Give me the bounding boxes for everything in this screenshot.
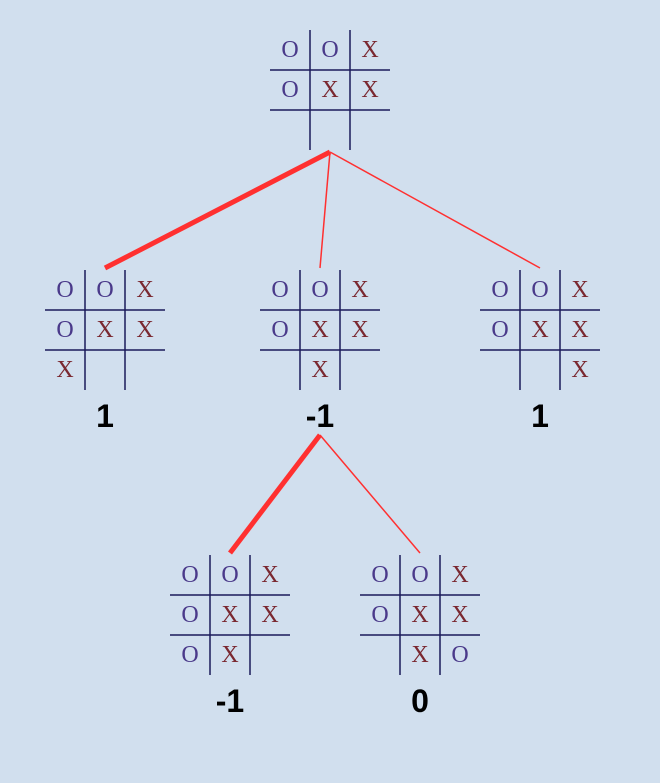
- cell-1: O: [400, 555, 440, 595]
- cell-4: X: [210, 595, 250, 635]
- cell-8: [125, 350, 165, 390]
- board-grid: OOXOXXX: [480, 270, 600, 390]
- board-l2_a: OOXOXXOX: [170, 555, 290, 675]
- cell-5: X: [340, 310, 380, 350]
- cell-2: X: [440, 555, 480, 595]
- cell-3: O: [360, 595, 400, 635]
- cell-8: O: [440, 635, 480, 675]
- node-value-l2_b: 0: [390, 683, 450, 720]
- cell-4: X: [85, 310, 125, 350]
- cell-6: [360, 635, 400, 675]
- cell-4: X: [520, 310, 560, 350]
- cell-6: O: [170, 635, 210, 675]
- board-l1_c: OOXOXXX: [480, 270, 600, 390]
- cell-3: O: [170, 595, 210, 635]
- node-value-l1_c: 1: [510, 398, 570, 435]
- node-value-l2_a: -1: [200, 683, 260, 720]
- cell-8: [340, 350, 380, 390]
- cell-1: O: [520, 270, 560, 310]
- cell-6: [260, 350, 300, 390]
- board-grid: OOXOXXX: [260, 270, 380, 390]
- cell-7: X: [400, 635, 440, 675]
- cell-0: O: [360, 555, 400, 595]
- cell-0: O: [45, 270, 85, 310]
- cell-0: O: [260, 270, 300, 310]
- board-grid: OOXOXXOX: [170, 555, 290, 675]
- cell-0: O: [170, 555, 210, 595]
- board-grid: OOXOXX: [270, 30, 390, 150]
- cell-5: X: [125, 310, 165, 350]
- cell-2: X: [250, 555, 290, 595]
- cell-5: X: [440, 595, 480, 635]
- cell-2: X: [340, 270, 380, 310]
- cell-4: X: [400, 595, 440, 635]
- cell-8: [250, 635, 290, 675]
- cell-3: O: [45, 310, 85, 350]
- cell-5: X: [350, 70, 390, 110]
- edge-root-l1_c: [330, 152, 540, 268]
- board-grid: OOXOXXXO: [360, 555, 480, 675]
- node-value-l1_b: -1: [290, 398, 350, 435]
- cell-1: O: [310, 30, 350, 70]
- edge-root-l1_b: [320, 152, 330, 268]
- cell-5: X: [250, 595, 290, 635]
- edge-root-l1_a: [105, 152, 330, 268]
- cell-7: [85, 350, 125, 390]
- cell-1: O: [210, 555, 250, 595]
- cell-0: O: [480, 270, 520, 310]
- cell-5: X: [560, 310, 600, 350]
- cell-3: O: [260, 310, 300, 350]
- cell-7: X: [300, 350, 340, 390]
- cell-2: X: [560, 270, 600, 310]
- cell-0: O: [270, 30, 310, 70]
- board-l1_b: OOXOXXX: [260, 270, 380, 390]
- cell-7: [310, 110, 350, 150]
- cell-6: X: [45, 350, 85, 390]
- cell-1: O: [300, 270, 340, 310]
- game-tree-diagram: OOXOXXOOXOXXX1OOXOXXX-1OOXOXXX1OOXOXXOX-…: [0, 0, 660, 783]
- cell-4: X: [300, 310, 340, 350]
- cell-3: O: [480, 310, 520, 350]
- board-l2_b: OOXOXXXO: [360, 555, 480, 675]
- board-grid: OOXOXXX: [45, 270, 165, 390]
- cell-6: [270, 110, 310, 150]
- edge-l1_b-l2_b: [320, 435, 420, 553]
- cell-3: O: [270, 70, 310, 110]
- board-root: OOXOXX: [270, 30, 390, 150]
- edge-l1_b-l2_a: [230, 435, 320, 553]
- cell-8: [350, 110, 390, 150]
- cell-7: [520, 350, 560, 390]
- cell-6: [480, 350, 520, 390]
- cell-8: X: [560, 350, 600, 390]
- node-value-l1_a: 1: [75, 398, 135, 435]
- cell-4: X: [310, 70, 350, 110]
- board-l1_a: OOXOXXX: [45, 270, 165, 390]
- cell-2: X: [350, 30, 390, 70]
- cell-7: X: [210, 635, 250, 675]
- cell-2: X: [125, 270, 165, 310]
- cell-1: O: [85, 270, 125, 310]
